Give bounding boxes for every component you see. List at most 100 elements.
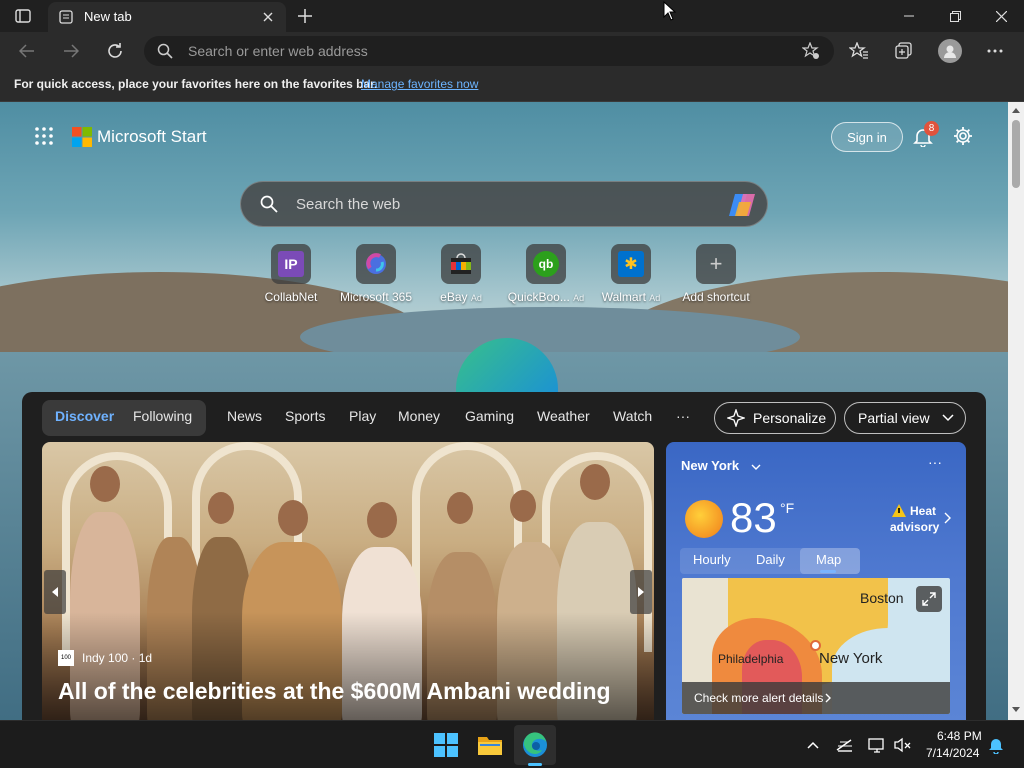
nav-weather[interactable]: Weather	[537, 408, 590, 424]
settings-and-more-icon[interactable]	[984, 40, 1006, 62]
article-headline[interactable]: All of the celebrities at the $600M Amba…	[58, 678, 611, 705]
back-icon[interactable]	[16, 40, 38, 62]
sunny-icon	[685, 500, 723, 538]
warning-icon	[892, 504, 906, 517]
chevron-right-icon	[825, 693, 831, 703]
tab-daily[interactable]: Daily	[756, 552, 785, 567]
ad-label: Ad	[649, 293, 661, 303]
file-explorer-icon[interactable]	[476, 731, 504, 759]
news-feed-panel: Discover Following News Sports Play Mone…	[22, 392, 986, 720]
edge-browser-icon	[521, 731, 549, 759]
weather-map[interactable]: Boston Philadelphia New York Check more …	[682, 578, 950, 714]
layout-view-dropdown[interactable]: Partial view	[844, 402, 966, 434]
nav-watch[interactable]: Watch	[613, 408, 652, 424]
shortcut-label: Add shortcut	[682, 290, 750, 304]
heat-advisory-alert[interactable]: Heat advisory	[890, 502, 960, 538]
alert-line-2: advisory	[890, 520, 940, 534]
network-status-icon[interactable]	[836, 737, 854, 753]
close-tab-icon[interactable]	[260, 9, 276, 25]
app-launcher-icon[interactable]	[34, 126, 54, 146]
web-search-box[interactable]: Search the web	[240, 181, 768, 227]
notification-center-bell-icon[interactable]	[988, 736, 1004, 754]
new-tab-page: Microsoft Start Sign in 8 Search the web…	[0, 102, 1008, 720]
notification-badge: 8	[924, 121, 939, 136]
copilot-icon[interactable]	[727, 191, 757, 219]
hero-article-card[interactable]: 100 Indy 100 · 1d All of the celebrities…	[42, 442, 654, 720]
alert-details-bar[interactable]: Check more alert details	[682, 682, 950, 714]
scroll-up-arrow-icon[interactable]	[1012, 107, 1020, 113]
chevron-right-icon	[944, 512, 951, 524]
volume-muted-icon[interactable]	[894, 737, 912, 753]
microsoft-logo-icon	[71, 126, 93, 148]
minimize-button[interactable]	[892, 6, 926, 26]
nav-gaming[interactable]: Gaming	[465, 408, 514, 424]
photo-head	[580, 464, 610, 500]
shortcut-tile	[441, 244, 481, 284]
shortcut-add[interactable]: + Add shortcut	[674, 244, 758, 304]
shortcut-label: CollabNet	[264, 290, 318, 304]
collections-icon[interactable]	[893, 40, 915, 62]
show-hidden-icons-chevron-icon[interactable]	[807, 741, 819, 749]
shortcut-quickbooks[interactable]: qb QuickBoo... Ad	[504, 244, 588, 304]
map-tab-underline	[820, 570, 836, 573]
new-tab-button[interactable]	[294, 6, 316, 26]
shortcut-collabnet[interactable]: IP CollabNet	[249, 244, 333, 304]
shortcut-label: Walmart Ad	[589, 290, 673, 304]
tab-discover[interactable]: Discover	[55, 408, 114, 424]
display-icon[interactable]	[868, 737, 886, 753]
close-window-button[interactable]	[984, 6, 1018, 26]
tab-hourly[interactable]: Hourly	[693, 552, 731, 567]
scrollbar-thumb[interactable]	[1012, 120, 1020, 188]
carousel-prev-button[interactable]	[44, 570, 66, 614]
shortcut-tile: ✱	[611, 244, 651, 284]
add-favorite-icon[interactable]	[800, 41, 822, 61]
nav-more-button[interactable]: ···	[676, 408, 690, 424]
sparkle-star-icon	[727, 409, 745, 427]
scroll-down-arrow-icon[interactable]	[1012, 707, 1020, 713]
tab-new-tab[interactable]: New tab	[48, 2, 286, 32]
nav-sports[interactable]: Sports	[285, 408, 325, 424]
collabnet-icon: IP	[278, 251, 304, 277]
expand-map-icon[interactable]	[916, 586, 942, 612]
tab-map[interactable]: Map	[816, 552, 841, 567]
refresh-icon[interactable]	[104, 40, 126, 62]
weather-unit: °F	[780, 500, 795, 516]
nav-play[interactable]: Play	[349, 408, 376, 424]
carousel-next-button[interactable]	[630, 570, 652, 614]
shortcut-tile: +	[696, 244, 736, 284]
walmart-icon: ✱	[618, 251, 644, 277]
nav-money[interactable]: Money	[398, 408, 440, 424]
sign-in-button[interactable]: Sign in	[831, 122, 903, 152]
brand-title[interactable]: Microsoft Start	[97, 127, 207, 147]
photo-head	[208, 492, 234, 524]
clock-time[interactable]: 6:48 PM	[937, 729, 982, 743]
manage-favorites-link[interactable]: Manage favorites now	[361, 77, 478, 91]
shortcut-name: Walmart	[601, 290, 646, 304]
weather-location[interactable]: New York	[681, 458, 739, 473]
nav-news[interactable]: News	[227, 408, 262, 424]
tab-following[interactable]: Following	[133, 408, 192, 424]
ebay-icon	[451, 253, 471, 274]
personalize-button[interactable]: Personalize	[714, 402, 836, 434]
restore-button[interactable]	[938, 6, 972, 26]
search-placeholder: Search the web	[296, 196, 401, 213]
forward-icon[interactable]	[60, 40, 82, 62]
chevron-down-icon[interactable]	[751, 464, 761, 470]
shortcut-walmart[interactable]: ✱ Walmart Ad	[589, 244, 673, 304]
plus-icon: +	[709, 251, 723, 276]
quickbooks-icon: qb	[533, 251, 559, 277]
shortcut-ebay[interactable]: eBay Ad	[419, 244, 503, 304]
photo-head	[278, 500, 308, 536]
clock-date[interactable]: 7/14/2024	[926, 746, 979, 760]
page-settings-gear-icon[interactable]	[952, 125, 974, 147]
profile-avatar[interactable]	[938, 39, 962, 63]
start-button-windows-icon[interactable]	[432, 731, 460, 759]
page-scrollbar[interactable]	[1008, 102, 1024, 720]
favorites-icon[interactable]	[848, 40, 870, 62]
shortcut-microsoft-365[interactable]: Microsoft 365	[334, 244, 418, 304]
weather-card[interactable]: New York ··· 83 °F Heat advisory Hourly …	[666, 442, 966, 720]
address-placeholder: Search or enter web address	[188, 43, 368, 59]
weather-more-options-icon[interactable]: ···	[928, 454, 942, 470]
tab-actions-icon[interactable]	[14, 8, 32, 24]
address-bar[interactable]: Search or enter web address	[144, 36, 834, 66]
